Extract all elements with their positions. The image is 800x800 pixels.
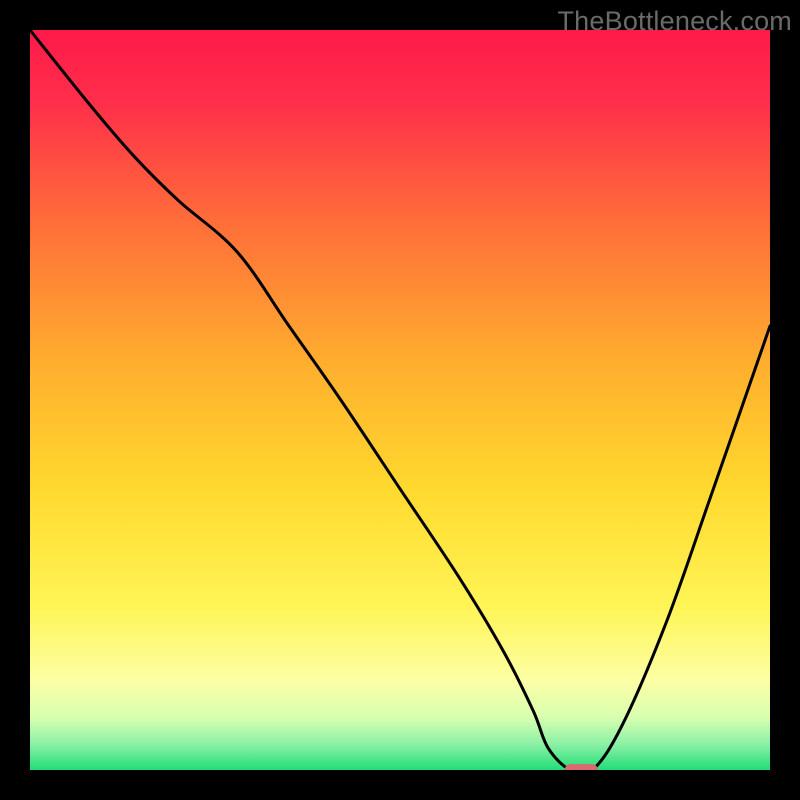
bottleneck-chart [0, 0, 800, 800]
chart-container: TheBottleneck.com [0, 0, 800, 800]
gradient-background [30, 30, 770, 770]
watermark-text: TheBottleneck.com [557, 6, 792, 37]
